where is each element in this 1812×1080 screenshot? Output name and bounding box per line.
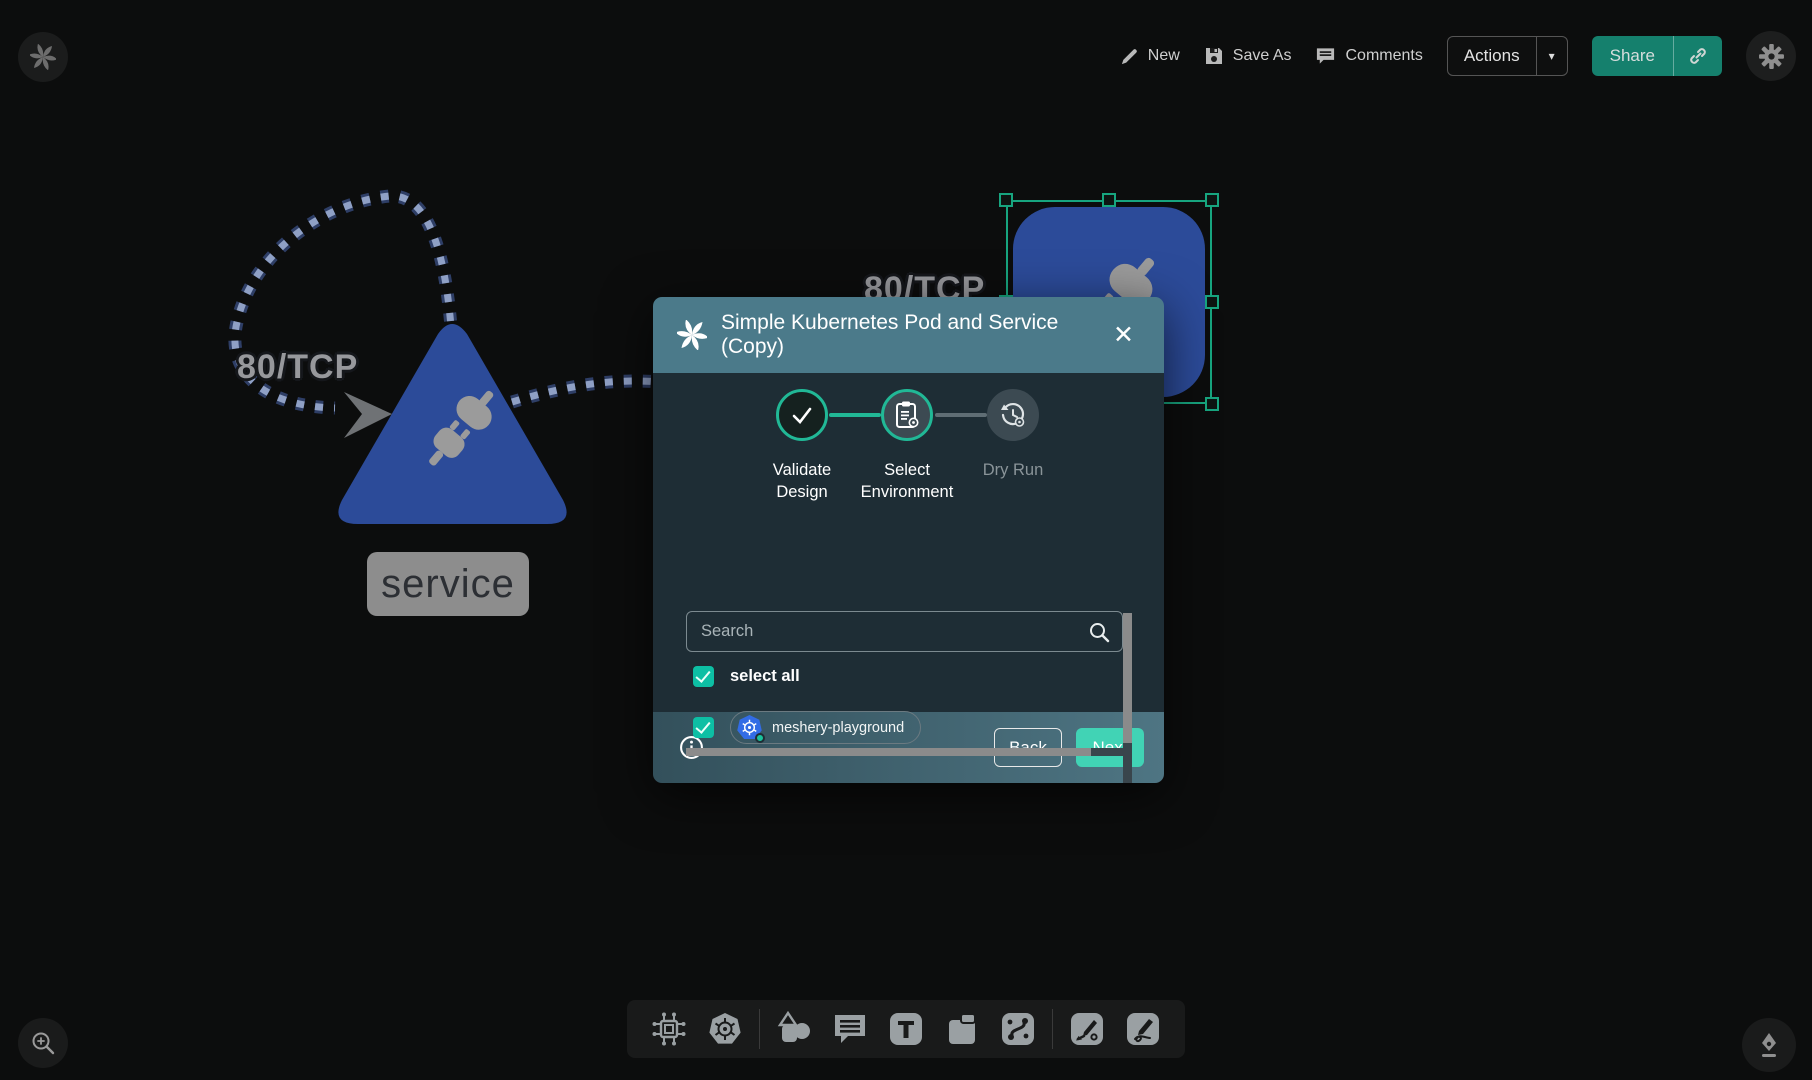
meshery-logo-icon (677, 320, 707, 350)
comment-tool[interactable] (828, 1007, 872, 1051)
save-icon (1204, 46, 1224, 66)
design-canvas: 80/TCP 80/TCP service (0, 0, 1812, 1080)
relationship-tool[interactable] (996, 1007, 1040, 1051)
service-node[interactable] (330, 320, 575, 530)
selection-handle[interactable] (1205, 193, 1219, 207)
search-input[interactable] (699, 621, 1088, 642)
pen-arrow-tool[interactable] (1065, 1007, 1109, 1051)
step-dry-run[interactable]: Dry Run (958, 389, 1068, 481)
close-icon[interactable]: ✕ (1107, 319, 1140, 352)
drawing-mode-button[interactable] (1742, 1018, 1796, 1072)
environment-checkbox[interactable] (693, 717, 714, 738)
select-all-checkbox[interactable] (693, 666, 714, 687)
kubernetes-icon (736, 714, 763, 741)
new-button[interactable]: New (1120, 47, 1180, 66)
environment-chip[interactable]: meshery-playground (730, 711, 921, 744)
clipboard-gear-icon (894, 401, 920, 429)
comments-button[interactable]: Comments (1315, 46, 1422, 66)
environment-name: meshery-playground (772, 720, 904, 736)
selection-handle[interactable] (1102, 193, 1116, 207)
environment-search (686, 611, 1123, 652)
modal-body: Validate Design Select Environment (653, 373, 1164, 712)
selection-handle[interactable] (1205, 397, 1219, 411)
step-label: Dry Run (983, 459, 1044, 481)
check-icon (789, 402, 815, 428)
settings-button[interactable] (1746, 31, 1796, 81)
component-icon (652, 1012, 686, 1046)
deploy-wizard-modal: Simple Kubernetes Pod and Service (Copy)… (653, 297, 1164, 783)
zoom-in-icon (30, 1030, 56, 1056)
step-label: Validate Design (747, 459, 857, 504)
gear-icon (1758, 43, 1785, 70)
select-all-row: select all (693, 666, 800, 687)
pen-arrow-icon (1070, 1012, 1104, 1046)
dock-divider (759, 1009, 760, 1049)
pencil-icon (1120, 47, 1139, 66)
note-tool[interactable] (940, 1007, 984, 1051)
modal-title: Simple Kubernetes Pod and Service (Copy) (721, 311, 1093, 359)
note-icon (945, 1012, 979, 1046)
chevron-down-icon[interactable]: ▾ (1536, 37, 1567, 75)
comment-icon (1315, 46, 1336, 66)
text-icon (889, 1012, 923, 1046)
components-tool[interactable] (647, 1007, 691, 1051)
step-label: Select Environment (852, 459, 962, 504)
step-select-environment[interactable]: Select Environment (852, 389, 962, 504)
shapes-icon (776, 1011, 812, 1047)
kubernetes-tool[interactable] (703, 1007, 747, 1051)
search-icon[interactable] (1088, 621, 1110, 643)
horizontal-scrollbar[interactable] (686, 748, 1123, 756)
relationship-icon (1001, 1012, 1035, 1046)
connected-status-dot (755, 733, 765, 743)
comment-icon (832, 1012, 868, 1046)
save-as-label: Save As (1233, 47, 1292, 65)
new-label: New (1148, 47, 1180, 65)
actions-label: Actions (1448, 46, 1536, 66)
select-all-label: select all (730, 667, 800, 686)
dock-divider (1052, 1009, 1053, 1049)
comments-label: Comments (1345, 47, 1422, 65)
dry-run-icon (999, 401, 1027, 429)
share-button[interactable]: Share (1592, 36, 1722, 76)
sketch-tool[interactable] (1121, 1007, 1165, 1051)
step-validate-design[interactable]: Validate Design (747, 389, 857, 504)
selection-handle[interactable] (1205, 295, 1219, 309)
top-toolbar: New Save As Comments Actions ▾ Share (1120, 30, 1796, 82)
sketch-pencil-icon (1126, 1012, 1160, 1046)
modal-header: Simple Kubernetes Pod and Service (Copy)… (653, 297, 1164, 373)
selection-handle[interactable] (999, 193, 1013, 207)
share-label: Share (1592, 46, 1673, 66)
pen-nib-icon (1755, 1031, 1783, 1059)
zoom-in-button[interactable] (18, 1018, 68, 1068)
shapes-tool[interactable] (772, 1007, 816, 1051)
actions-dropdown[interactable]: Actions ▾ (1447, 36, 1568, 76)
service-node-label: service (367, 552, 529, 616)
vertical-scrollbar[interactable] (1123, 613, 1132, 783)
tools-dock (627, 1000, 1185, 1058)
save-as-button[interactable]: Save As (1204, 46, 1292, 66)
copy-link-icon[interactable] (1673, 36, 1722, 76)
text-tool[interactable] (884, 1007, 928, 1051)
kubernetes-icon (707, 1011, 743, 1047)
environment-row: meshery-playground (693, 711, 921, 744)
